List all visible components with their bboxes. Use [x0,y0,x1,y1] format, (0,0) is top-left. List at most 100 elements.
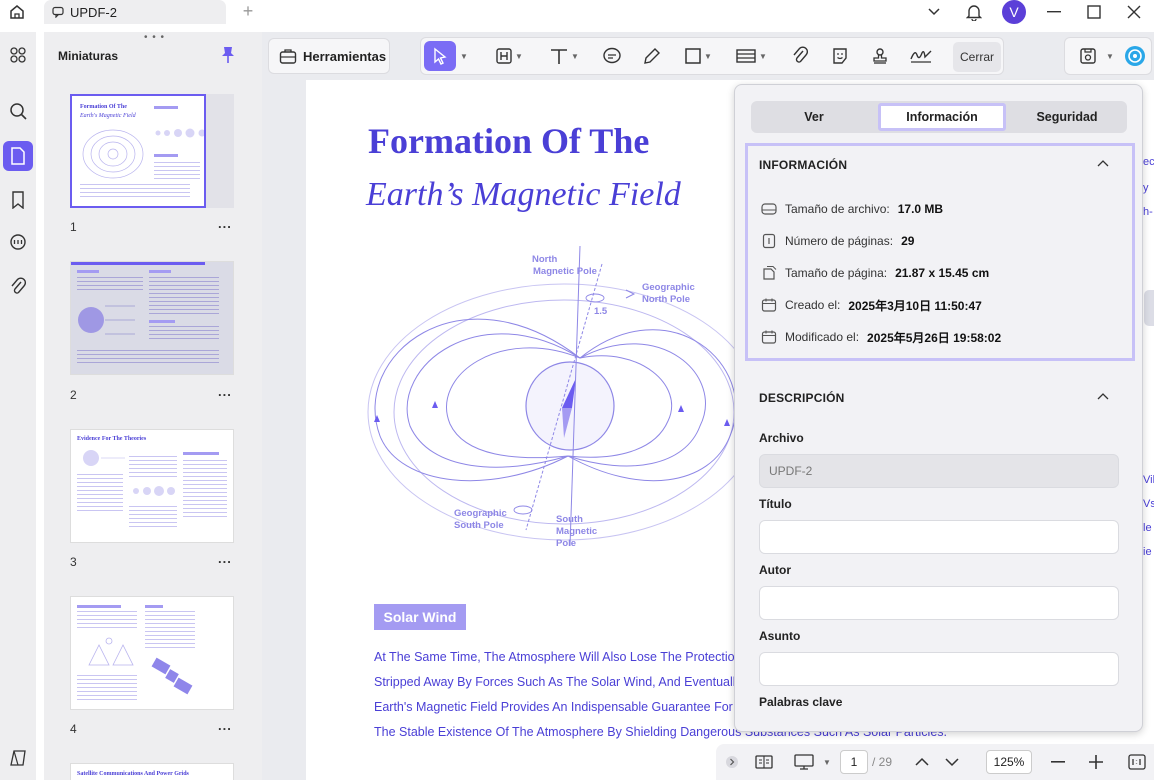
maximize-icon[interactable] [1074,0,1114,24]
thumbnails-icon[interactable] [3,141,33,171]
sticker-tool-button[interactable] [825,41,855,71]
clipped-text: h- [1143,206,1153,218]
titulo-field[interactable] [759,520,1119,554]
stamp-bar-tool-button[interactable]: ▼ [729,41,773,71]
grid-view-icon[interactable] [3,40,33,70]
shape-tool-button[interactable]: ▼ [677,41,719,71]
thumbnail-page-2[interactable] [70,261,234,375]
select-tool-button[interactable] [424,41,456,71]
document-properties-panel: Ver Información Seguridad INFORMACIÓN Ta… [734,84,1143,732]
document-title-line-1: Formation Of The [368,121,650,161]
thumbnail-badge [149,320,175,323]
table-icon [736,49,756,63]
pin-icon[interactable] [220,46,238,64]
annotation-toolbar: ▼ ▼ ▼ ▼ ▼ Cerrar [420,37,1004,75]
textbox-icon [496,48,512,64]
stamp-tool-button[interactable] [865,41,895,71]
info-row-created: Creado el: 2025年3月10日 11:50:47 [761,295,982,315]
save-dropdown[interactable]: ▼ [1103,41,1115,71]
section-badge: Solar Wind [374,604,466,630]
tab-ver[interactable]: Ver [753,103,875,131]
thumbnail-heading: Evidence For The Theories [77,436,147,442]
new-tab-button[interactable]: + [238,2,258,22]
select-tool-dropdown[interactable]: ▼ [457,41,469,71]
panel-drag-handle[interactable]: • • • [144,32,165,43]
comment-tool-button[interactable] [597,41,627,71]
close-tools-button[interactable]: Cerrar [953,42,1001,72]
thumbnail-page-1[interactable]: Formation Of The Earth's Magnetic Field [70,94,206,208]
autor-field[interactable] [759,586,1119,620]
page-number-input[interactable]: 1 [840,750,868,774]
thumbnail-more-button[interactable]: ... [218,718,232,733]
bell-icon[interactable] [954,0,994,24]
right-toolbar: ▼ [1064,37,1152,75]
page-layout-icon[interactable] [752,750,776,774]
thumbnail-badge [149,270,171,273]
thumbnail-page-4[interactable] [70,596,234,710]
attach-tool-button[interactable] [785,41,815,71]
actual-size-icon[interactable] [1126,750,1148,774]
zoom-out-icon[interactable] [1048,750,1068,774]
thumbnail-diagram [88,637,134,666]
chevron-up-icon[interactable] [1097,392,1109,400]
textbox-tool-button[interactable]: ▼ [491,41,527,71]
thumbnail-text-lines [80,184,190,200]
previous-page-icon[interactable] [912,750,932,774]
presentation-icon[interactable] [792,750,816,774]
angle-label: 1.5 [594,306,608,317]
thumbnail-badge [77,605,121,608]
thumbnail-badge [154,106,178,109]
home-icon[interactable] [6,2,28,22]
zoom-in-icon[interactable] [1086,750,1106,774]
thumbnail-more-button[interactable]: ... [218,551,232,566]
status-bar: ▼ 1 / 29 125% [716,744,1154,780]
clipped-text: y [1143,182,1149,194]
thumbnail-page-3[interactable]: Evidence For The Theories [70,429,234,543]
geographic-north-label: Geographic [642,282,695,293]
ai-assistant-button[interactable] [1121,41,1149,71]
presentation-dropdown[interactable]: ▼ [820,750,832,774]
text-tool-button[interactable]: ▼ [543,41,585,71]
magnetic-field-diagram: North Magnetic Pole Geographic North Pol… [367,246,760,549]
thumbnail-progress-bar [71,262,205,265]
signature-tool-button[interactable] [905,41,937,71]
comments-icon[interactable] [3,228,33,258]
document-tab[interactable]: UPDF-2 [44,0,226,24]
thumbnail-text-lines [77,474,123,514]
thumbnail-badge [145,605,163,608]
chevron-up-icon[interactable] [1097,159,1109,167]
layers-icon[interactable] [6,746,30,770]
rectangle-icon [685,48,701,64]
archivo-field[interactable]: UPDF-2 [759,454,1119,488]
attachment-icon[interactable] [3,272,33,302]
account-button[interactable]: V [994,0,1034,24]
tab-informacion[interactable]: Información [878,103,1006,131]
tab-seguridad[interactable]: Seguridad [1009,103,1125,131]
thumbnail-page-5[interactable]: Satellite Communications And Power Grids [70,763,234,780]
next-page-icon[interactable] [942,750,962,774]
info-value: 17.0 MB [897,202,944,216]
bookmark-icon[interactable] [3,185,33,215]
thumbnail-subheading: Earth's Magnetic Field [80,113,136,119]
close-icon[interactable] [1114,0,1154,24]
scroll-thumb[interactable] [1144,290,1154,326]
info-row-modified: Modificado el: 2025年5月26日 19:58:02 [761,327,1001,347]
minimize-icon[interactable] [1034,0,1074,24]
search-icon[interactable] [3,96,33,126]
thumbnails-title: Miniaturas [58,49,119,63]
thumbnail-badge [183,452,219,455]
tools-button[interactable]: Herramientas [268,38,390,74]
thumbnail-more-button[interactable]: ... [218,384,232,399]
collapse-arrow-icon[interactable] [724,750,740,774]
save-button[interactable] [1073,41,1103,71]
zoom-level[interactable]: 125% [986,750,1032,774]
clipped-text: Vill [1143,474,1154,486]
highlight-tool-button[interactable] [637,41,667,71]
left-rail [0,32,36,780]
asunto-field[interactable] [759,652,1119,686]
chevron-down-icon[interactable] [914,0,954,24]
thumbnail-number: 2 [70,388,77,402]
thumbnail-more-button[interactable]: ... [218,216,232,231]
save-icon [1080,48,1096,64]
pen-icon [644,48,660,64]
